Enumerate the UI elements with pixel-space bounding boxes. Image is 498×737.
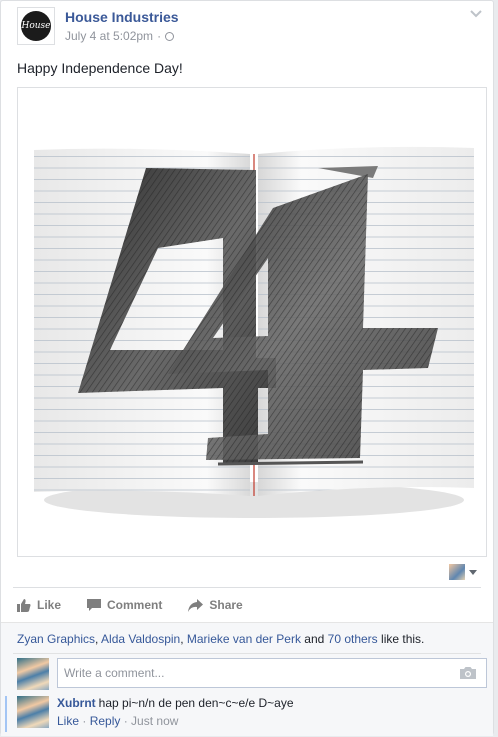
comment-meta-sep: · <box>120 714 132 728</box>
thumbs-up-icon <box>17 599 31 612</box>
caret-down-icon <box>469 569 477 575</box>
share-arrow-icon <box>188 598 204 612</box>
like-label: Like <box>37 598 62 612</box>
comment-body: Xubrnt hap pi~n/n de pen den~c~e/e D~aye <box>57 696 294 710</box>
house-logo-icon: House <box>21 11 51 41</box>
speech-bubble-icon <box>87 598 102 611</box>
likes-sentence: Zyan Graphics, Alda Valdospin, Marieke v… <box>17 632 424 646</box>
actor-avatar <box>449 564 465 580</box>
post-meta: July 4 at 5:02pm · <box>65 29 175 43</box>
comment-like-link[interactable]: Like <box>57 714 79 728</box>
likes-sep: , <box>180 632 187 646</box>
comment-button[interactable]: Comment <box>87 598 162 612</box>
chevron-down-icon[interactable] <box>469 9 483 19</box>
like-button[interactable]: Like <box>17 598 61 612</box>
camera-icon[interactable] <box>460 667 476 679</box>
comment-input[interactable] <box>58 659 450 687</box>
likes-suffix: like this. <box>377 632 425 646</box>
liker-link[interactable]: Zyan Graphics <box>17 632 95 646</box>
divider <box>13 587 481 588</box>
action-bar: Like Comment Share <box>17 595 269 615</box>
post-photo[interactable] <box>17 87 487 557</box>
comment-reply-link[interactable]: Reply <box>90 714 121 728</box>
post-timestamp[interactable]: July 4 at 5:02pm <box>65 29 153 43</box>
post-status-text: Happy Independence Day! <box>17 60 183 76</box>
comment-item: Xubrnt hap pi~n/n de pen den~c~e/e D~aye … <box>1 692 493 736</box>
post-header: House House Industries July 4 at 5:02pm … <box>17 7 483 47</box>
meta-separator: · <box>157 29 162 43</box>
comment-time[interactable]: Just now <box>131 714 178 728</box>
comment-author-avatar[interactable] <box>17 696 49 728</box>
others-link[interactable]: 70 others <box>328 632 378 646</box>
new-comment-indicator <box>5 696 7 732</box>
ufi-feedback: Zyan Graphics, Alda Valdospin, Marieke v… <box>1 622 493 736</box>
liker-link[interactable]: Marieke van der Perk <box>187 632 301 646</box>
notebook-sketch-image <box>34 146 474 518</box>
post-card: House House Industries July 4 at 5:02pm … <box>0 0 494 736</box>
globe-icon[interactable] <box>165 31 175 41</box>
share-as-selector[interactable] <box>449 564 477 580</box>
comment-composer[interactable] <box>57 658 487 688</box>
likes-and: and <box>300 632 328 646</box>
page-avatar[interactable]: House <box>17 7 55 45</box>
comment-meta-sep: · <box>79 714 90 728</box>
share-button[interactable]: Share <box>188 598 243 612</box>
comment-text: hap pi~n/n de pen den~c~e/e D~aye <box>98 696 294 710</box>
composer-avatar[interactable] <box>17 658 49 690</box>
liker-link[interactable]: Alda Valdospin <box>101 632 180 646</box>
comment-label: Comment <box>107 598 163 612</box>
divider <box>13 653 481 654</box>
comment-author-link[interactable]: Xubrnt <box>57 696 96 710</box>
comment-meta: Like · Reply · Just now <box>57 714 178 728</box>
page-name-link[interactable]: House Industries <box>65 9 179 25</box>
share-label: Share <box>209 598 243 612</box>
